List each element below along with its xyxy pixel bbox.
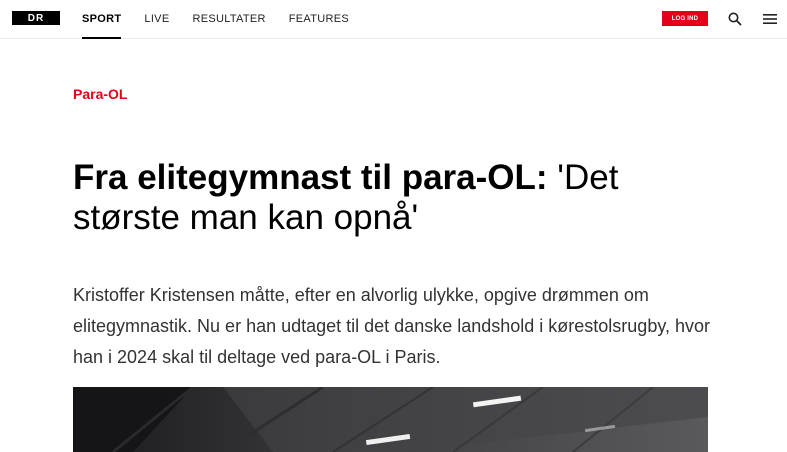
dr-logo[interactable]: DR — [12, 11, 60, 25]
login-button[interactable]: LOG IND — [662, 11, 708, 26]
dr-logo-text: DR — [27, 12, 45, 24]
top-navigation-bar: DR SPORT LIVE RESULTATER FEATURES LOG IN… — [0, 0, 787, 39]
hero-image-graphic — [73, 387, 708, 452]
nav-item-live[interactable]: LIVE — [144, 0, 169, 38]
headline-bold-part: Fra elitegymnast til para-OL: — [73, 158, 548, 197]
article-hero-image — [73, 387, 708, 452]
main-nav: SPORT LIVE RESULTATER FEATURES — [82, 0, 372, 39]
article-headline: Fra elitegymnast til para-OL: 'Det størs… — [73, 158, 713, 238]
nav-item-features[interactable]: FEATURES — [289, 0, 349, 38]
article-category-link[interactable]: Para-OL — [73, 86, 127, 102]
article-lead: Kristoffer Kristensen måtte, efter en al… — [73, 285, 711, 367]
nav-item-resultater[interactable]: RESULTATER — [192, 0, 265, 38]
nav-item-sport[interactable]: SPORT — [82, 0, 122, 39]
hamburger-menu-icon[interactable] — [763, 12, 777, 26]
search-icon[interactable] — [728, 12, 742, 26]
